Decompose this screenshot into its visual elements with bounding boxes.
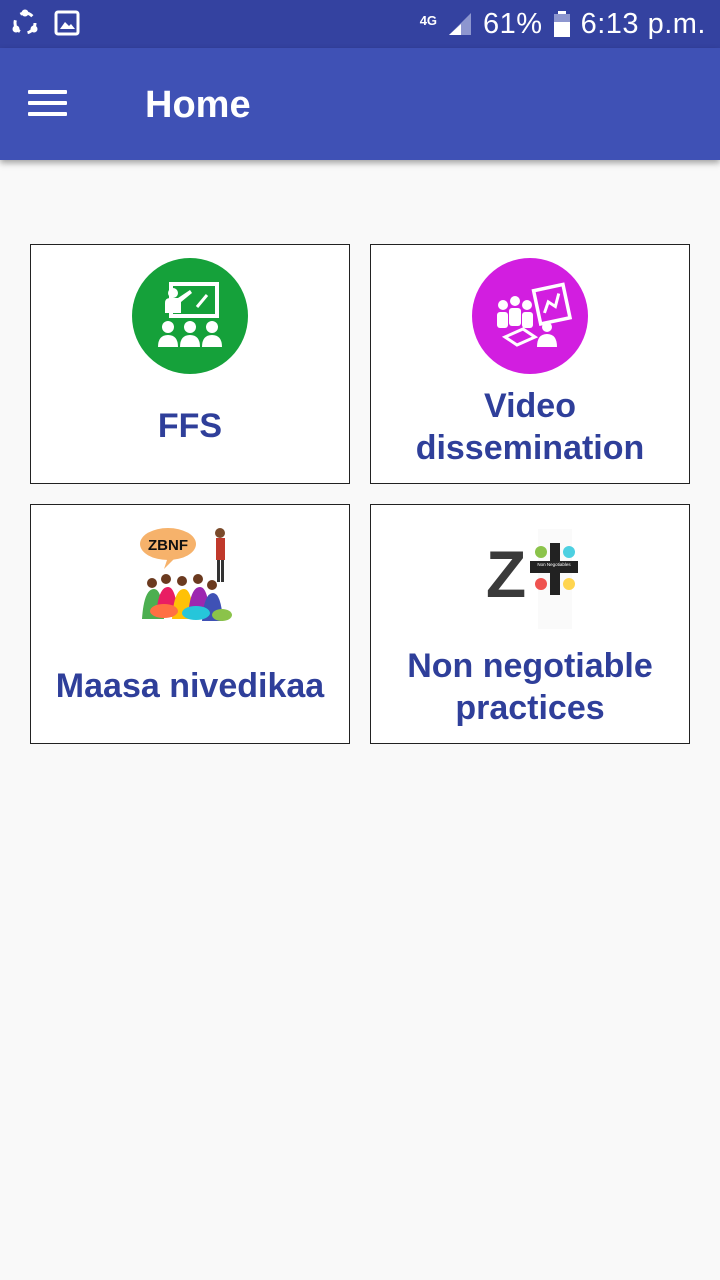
logo-text: Non Negotiables — [537, 562, 571, 567]
hamburger-menu-icon[interactable] — [22, 76, 74, 128]
z-plus-logo: Z Non Negotiables — [486, 529, 578, 629]
app-bar: Home — [0, 48, 720, 160]
zbnf-meeting-illustration: ZBNF — [140, 528, 232, 621]
status-left-icons — [10, 8, 80, 38]
zbnf-badge: ZBNF — [148, 537, 188, 554]
classroom-icon — [132, 258, 248, 374]
tile-label: Non negotiable practices — [407, 647, 653, 727]
status-bar: 4G 61% 6:13 p.m. — [0, 0, 720, 48]
logo-letter: Z — [486, 537, 526, 611]
share-it-icon — [12, 9, 38, 35]
tile-label: Maasa nivedikaa — [55, 667, 325, 705]
page-title: Home — [145, 84, 251, 126]
clock: 6:13 p.m. — [580, 8, 706, 40]
status-right-icons: 4G 61% 6:13 p.m. — [420, 6, 706, 42]
tile-ffs[interactable]: FFS — [30, 244, 350, 484]
signal-icon — [449, 13, 472, 35]
gallery-icon — [54, 10, 80, 36]
tile-maasa-nivedikaa[interactable]: ZBNF Maasa nivedikaa — [30, 504, 350, 744]
battery-percent: 61% — [483, 8, 543, 40]
tile-non-negotiable-practices[interactable]: Z Non Negotiables Non negotiable practic… — [370, 504, 690, 744]
tile-video-dissemination[interactable]: Video dissemination — [370, 244, 690, 484]
presentation-icon — [472, 258, 588, 374]
battery-icon — [553, 11, 570, 37]
tile-label: Video dissemination — [415, 387, 645, 467]
tile-label: FFS — [157, 407, 223, 445]
network-type: 4G — [419, 12, 438, 28]
